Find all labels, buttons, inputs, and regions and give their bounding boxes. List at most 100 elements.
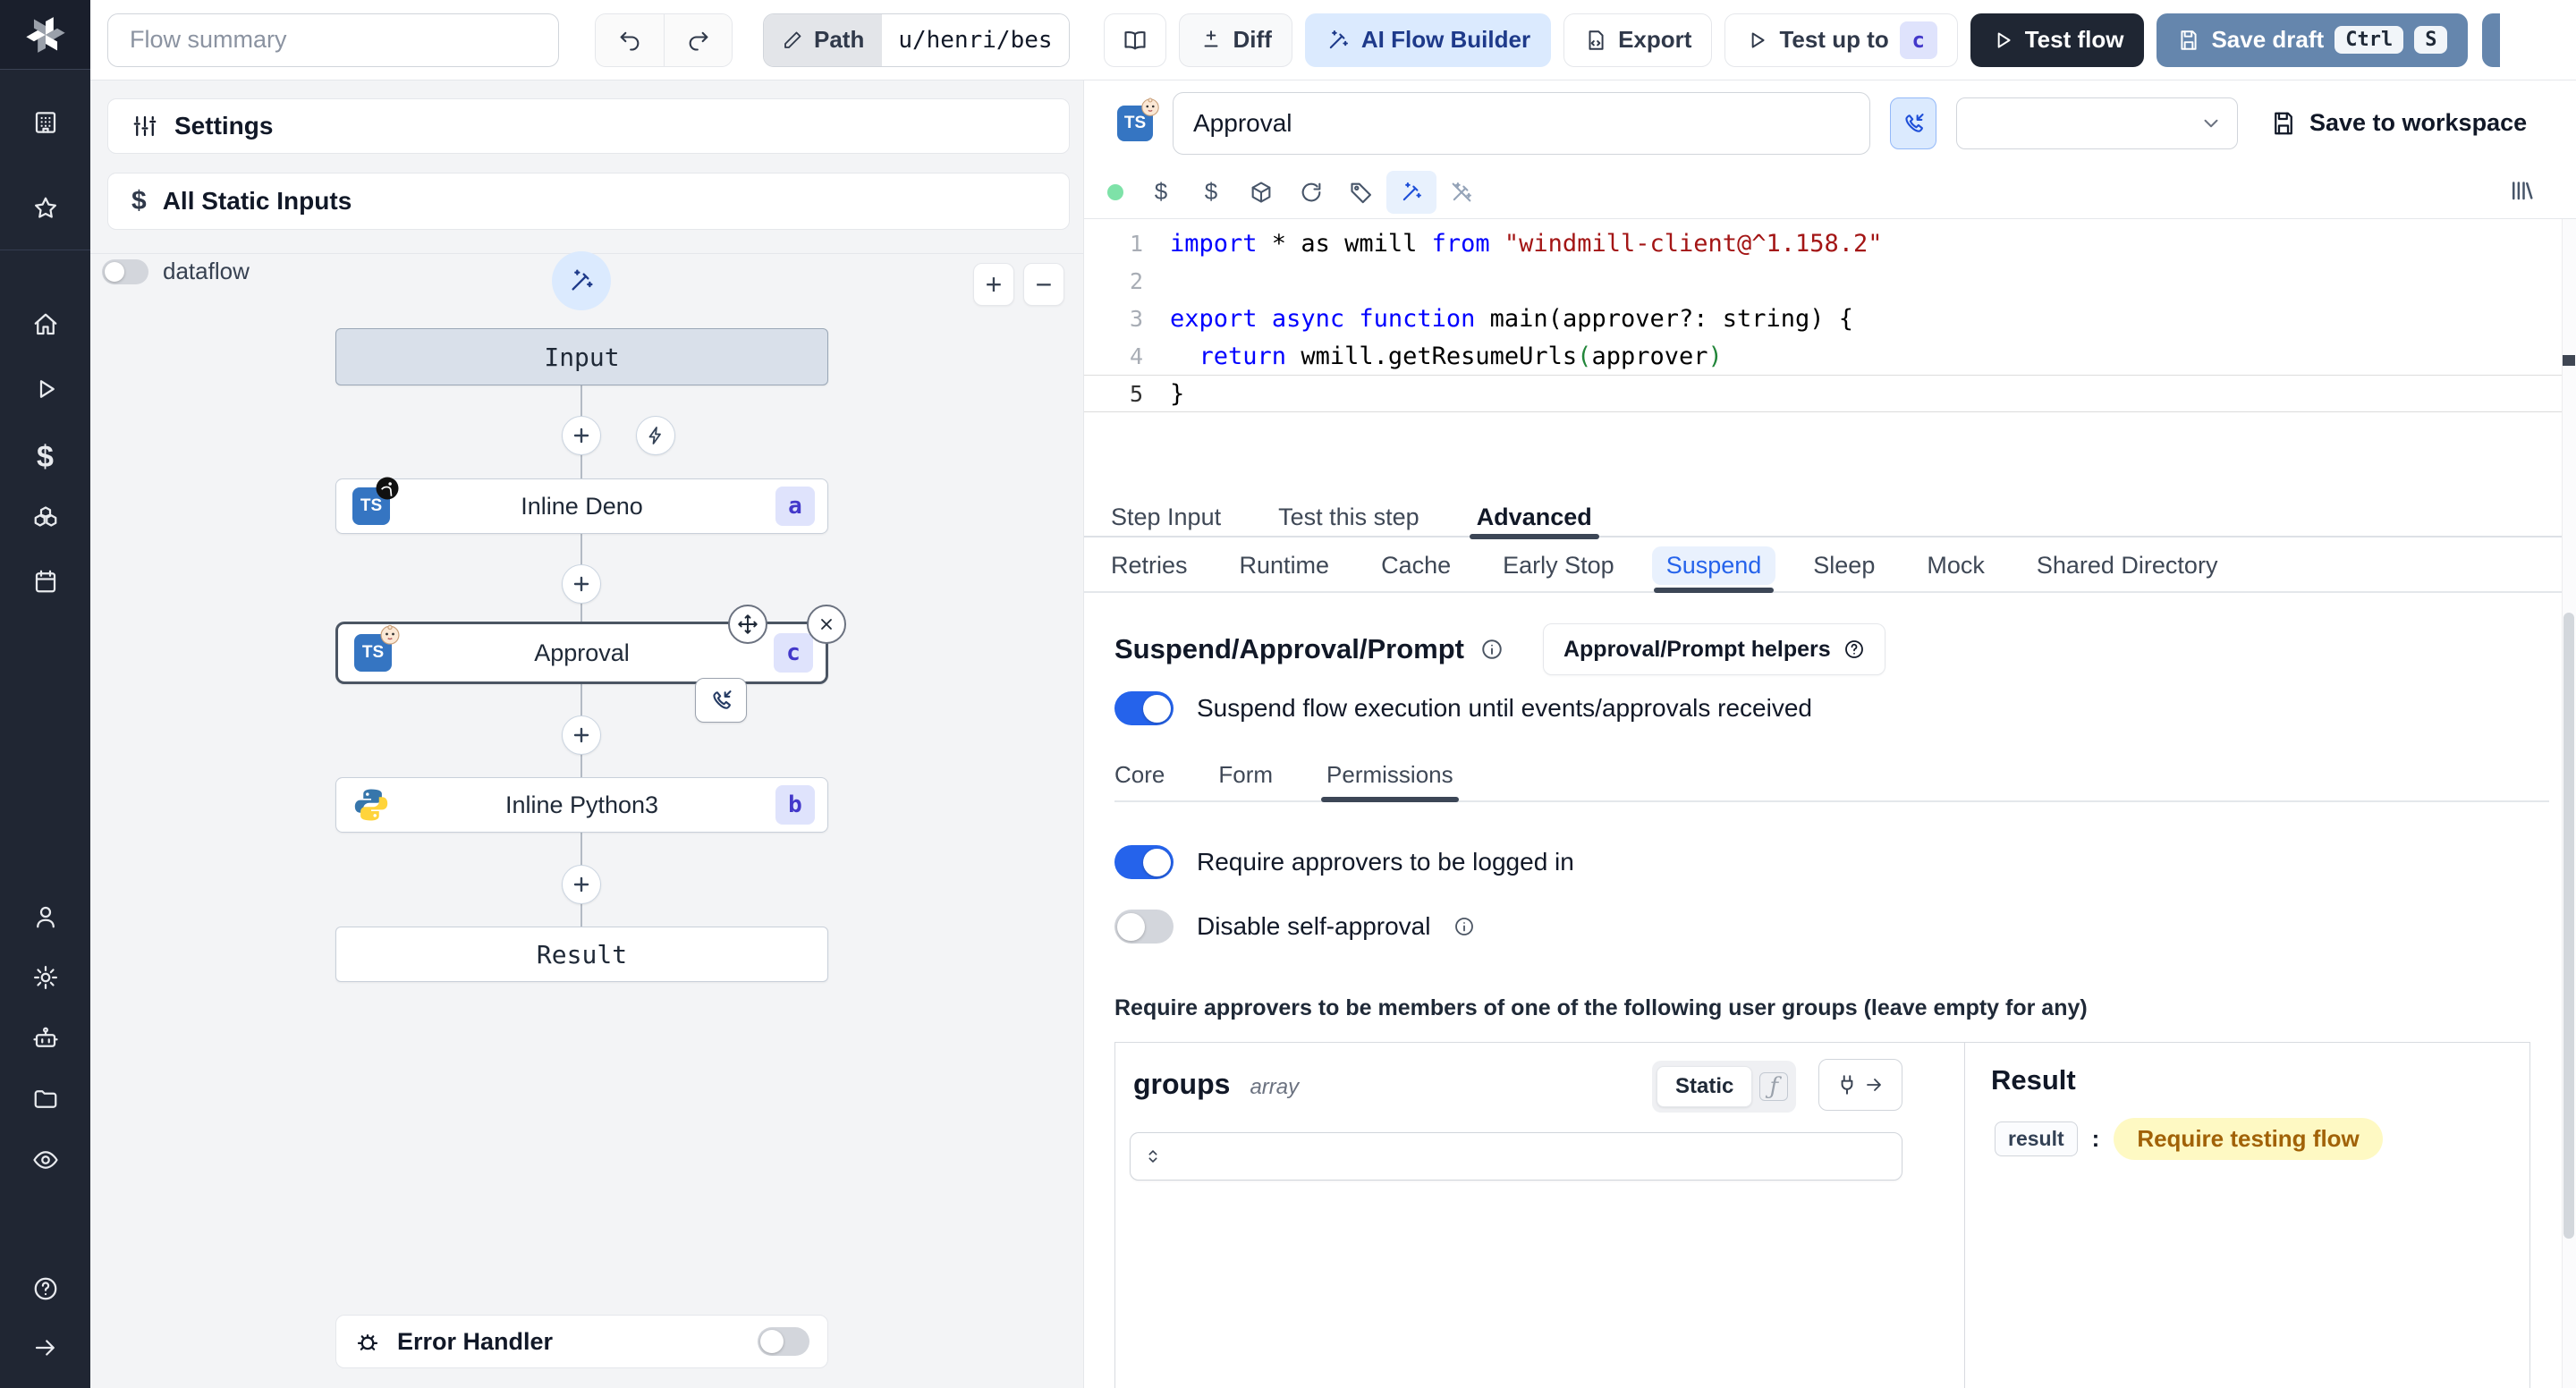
ai-flow-builder-button[interactable]: AI Flow Builder <box>1304 13 1552 67</box>
approval-prompt-helpers-button[interactable]: Approval/Prompt helpers <box>1542 623 1885 675</box>
resources-boxes-icon[interactable] <box>0 505 90 532</box>
all-static-inputs-label: All Static Inputs <box>162 187 352 215</box>
subtab-retries[interactable]: Retries <box>1111 539 1188 591</box>
node-result[interactable]: Result <box>335 927 828 982</box>
subtab-runtime[interactable]: Runtime <box>1240 539 1330 591</box>
error-handler-row[interactable]: Error Handler <box>335 1315 828 1368</box>
help-icon[interactable] <box>0 1275 90 1302</box>
workers-robot-icon[interactable] <box>0 1025 90 1052</box>
windmill-logo[interactable] <box>0 0 90 70</box>
info-icon[interactable] <box>1480 638 1504 661</box>
expand-sidebar-arrow-icon[interactable] <box>0 1334 90 1361</box>
path-control[interactable]: Path u/henri/bes <box>763 13 1070 67</box>
save-to-workspace-button[interactable]: Save to workspace <box>2270 109 2527 137</box>
tab-advanced[interactable]: Advanced <box>1469 498 1599 539</box>
typescript-icon: TS <box>1117 97 1159 141</box>
flow-settings-row[interactable]: Settings <box>107 98 1070 154</box>
export-button[interactable]: Export <box>1563 13 1713 67</box>
tag-button[interactable] <box>1336 171 1386 214</box>
ai-builder-wand-button[interactable] <box>552 251 611 310</box>
scrollbar-track[interactable] <box>2562 219 2576 1388</box>
advanced-subtabs: Retries Runtime Cache Early Stop Suspend… <box>1084 539 2562 593</box>
scrollbar-thumb[interactable] <box>2563 613 2574 1239</box>
user-icon[interactable] <box>0 903 90 930</box>
field-name: groups <box>1133 1068 1231 1100</box>
insert-step-button[interactable] <box>562 564 601 604</box>
node-inline-deno[interactable]: TS Inline Deno a <box>335 477 828 534</box>
library-icon[interactable] <box>2508 176 2535 203</box>
zoom-in-button[interactable]: + <box>973 263 1014 306</box>
path-value[interactable]: u/henri/bes <box>882 13 1069 66</box>
home-icon[interactable] <box>0 311 90 338</box>
schedules-calendar-icon[interactable] <box>0 568 90 595</box>
zoom-out-button[interactable]: − <box>1023 263 1064 306</box>
settings-gear-icon[interactable] <box>0 964 90 991</box>
save-draft-button[interactable]: Save draft Ctrl S <box>2157 13 2469 67</box>
reload-button[interactable] <box>1286 171 1336 214</box>
node-input[interactable]: Input <box>335 328 828 385</box>
connect-input-button[interactable] <box>1818 1059 1902 1111</box>
tab-step-input[interactable]: Step Input <box>1111 498 1221 536</box>
tab-test-this-step[interactable]: Test this step <box>1278 498 1419 536</box>
dataflow-toggle[interactable] <box>102 258 148 284</box>
approval-phone-incoming-badge[interactable] <box>695 678 747 723</box>
diff-button[interactable]: Diff <box>1178 13 1292 67</box>
insert-trigger-bolt-button[interactable] <box>636 416 675 455</box>
groups-input[interactable] <box>1130 1132 1902 1181</box>
require-logged-in-toggle[interactable] <box>1114 845 1174 879</box>
package-button[interactable] <box>1236 171 1286 214</box>
insert-step-button[interactable] <box>562 865 601 904</box>
insert-step-button[interactable] <box>562 416 601 455</box>
undo-button[interactable] <box>596 13 664 66</box>
expression-mode-button[interactable]: ƒ <box>1756 1067 1792 1106</box>
runs-play-icon[interactable] <box>0 376 90 402</box>
suspend-toggle[interactable] <box>1114 691 1174 725</box>
subtab-mock[interactable]: Mock <box>1927 539 1985 591</box>
folders-icon[interactable] <box>0 1086 90 1113</box>
node-deno-badge: a <box>775 487 815 526</box>
error-handler-toggle[interactable] <box>758 1327 809 1356</box>
tab-core[interactable]: Core <box>1114 761 1165 800</box>
subtab-sleep[interactable]: Sleep <box>1813 539 1875 591</box>
plus-minus-icon <box>1199 29 1223 52</box>
subtab-shared-directory[interactable]: Shared Directory <box>2037 539 2218 591</box>
env-vars-dollar-button[interactable]: $ <box>1136 171 1186 214</box>
approval-phone-button[interactable] <box>1890 97 1936 149</box>
contextual-vars-dollar-button[interactable]: $ <box>1186 171 1236 214</box>
info-icon[interactable] <box>1453 916 1475 937</box>
code-editor[interactable]: 1 import * as wmill from "windmill-client… <box>1084 219 2562 498</box>
insert-step-button[interactable] <box>562 715 601 755</box>
audit-eye-icon[interactable] <box>0 1147 90 1173</box>
disable-self-approval-toggle[interactable] <box>1114 910 1174 944</box>
test-flow-button[interactable]: Test flow <box>1970 13 2145 67</box>
variables-dollar-icon[interactable]: $ <box>0 440 90 475</box>
workspace-icon[interactable] <box>0 109 90 136</box>
static-mode-button[interactable]: Static <box>1657 1066 1753 1107</box>
delete-step-button[interactable] <box>807 605 846 644</box>
script-version-select[interactable] <box>1956 97 2238 149</box>
save-icon <box>2270 110 2297 137</box>
scrollbar-thumb-dark[interactable] <box>2563 355 2575 366</box>
step-name-input[interactable] <box>1173 91 1870 155</box>
python-icon <box>352 786 390 824</box>
favorites-star-icon[interactable] <box>0 195 90 222</box>
flow-summary-input[interactable] <box>107 13 559 67</box>
ai-disabled-wand-button[interactable] <box>1436 171 1487 214</box>
node-inline-python[interactable]: Inline Python3 b <box>335 777 828 833</box>
test-up-to-button[interactable]: Test up to c <box>1724 13 1958 67</box>
redo-button[interactable] <box>664 13 732 66</box>
error-handler-label: Error Handler <box>397 1327 554 1355</box>
subtab-suspend[interactable]: Suspend <box>1651 539 1776 593</box>
ai-assistant-wand-button[interactable] <box>1386 170 1436 214</box>
docs-book-button[interactable] <box>1103 13 1166 67</box>
subtab-early-stop[interactable]: Early Stop <box>1503 539 1614 591</box>
suspend-inner-tabs: Core Form Permissions <box>1114 761 2549 802</box>
tab-form[interactable]: Form <box>1218 761 1273 800</box>
subtab-cache[interactable]: Cache <box>1381 539 1451 591</box>
result-key-badge[interactable]: result <box>1995 1121 2078 1156</box>
all-static-inputs-row[interactable]: $ All Static Inputs <box>107 173 1070 230</box>
tab-permissions[interactable]: Permissions <box>1321 761 1459 802</box>
move-step-button[interactable] <box>728 605 767 644</box>
deploy-button-partial[interactable] <box>2482 13 2501 67</box>
file-export-icon <box>1584 29 1607 52</box>
